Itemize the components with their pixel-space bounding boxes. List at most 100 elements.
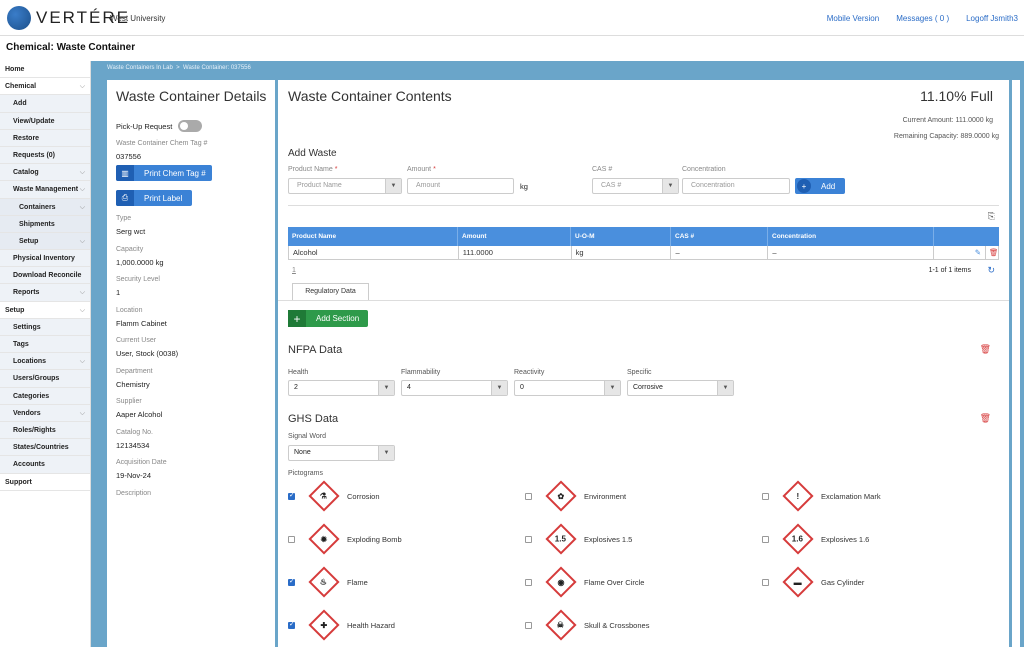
- reactivity-select[interactable]: 0 ▼: [514, 380, 621, 396]
- pictogram-checkbox[interactable]: [762, 535, 769, 543]
- signal-word-select[interactable]: None ▼: [288, 445, 395, 461]
- pictogram-checkbox[interactable]: [288, 620, 295, 629]
- refresh-icon[interactable]: ↻: [987, 265, 995, 276]
- tab-regulatory-data[interactable]: Regulatory Data: [292, 283, 369, 300]
- pictogram-checkbox[interactable]: [525, 492, 532, 500]
- column-header-uom[interactable]: U-O-M: [571, 227, 671, 246]
- product-name-input[interactable]: Product Name ▼: [288, 178, 402, 194]
- sidebar-item[interactable]: Chemical ⌵: [0, 78, 90, 96]
- print-chem-tag-button[interactable]: ▥ Print Chem Tag #: [116, 165, 212, 181]
- delete-ghs-icon[interactable]: 🗑: [980, 413, 991, 424]
- sidebar-item[interactable]: Users/Groups: [0, 370, 90, 388]
- edit-icon[interactable]: ✎: [934, 246, 986, 259]
- breadcrumb-separator: >: [176, 65, 180, 71]
- chevron-down-icon[interactable]: ⌵: [80, 164, 85, 181]
- health-select[interactable]: 2 ▼: [288, 380, 395, 396]
- sidebar-item[interactable]: States/Countries: [0, 439, 90, 457]
- printer-icon: ⎙: [116, 190, 134, 206]
- sidebar-item[interactable]: Vendors ⌵: [0, 404, 90, 422]
- sidebar-item[interactable]: Waste Management ⌵: [0, 181, 90, 199]
- sidebar-item[interactable]: Tags: [0, 336, 90, 354]
- field-label: Type: [116, 215, 132, 222]
- flammability-select[interactable]: 4 ▼: [401, 380, 508, 396]
- pictogram-checkbox[interactable]: [288, 535, 295, 543]
- cell-product: Alcohol: [289, 246, 459, 259]
- column-header-concentration[interactable]: Concentration: [768, 227, 934, 246]
- sidebar-item-label: Home: [5, 66, 25, 73]
- chevron-down-icon[interactable]: ▼: [385, 179, 401, 193]
- chevron-down-icon[interactable]: ⌵: [80, 284, 85, 301]
- pictogram-checkbox[interactable]: [288, 577, 295, 586]
- sidebar-item[interactable]: Reports ⌵: [0, 284, 90, 302]
- breadcrumb-waste-containers[interactable]: Waste Containers In Lab: [107, 65, 173, 71]
- delete-nfpa-icon[interactable]: 🗑: [980, 344, 991, 355]
- pictogram-checkbox[interactable]: [762, 492, 769, 500]
- sidebar-item[interactable]: Containers ⌵: [0, 198, 90, 216]
- chevron-down-icon[interactable]: ⌵: [80, 181, 85, 198]
- pickup-toggle[interactable]: [178, 120, 203, 132]
- sidebar-item-label: Containers: [19, 203, 56, 211]
- chevron-down-icon[interactable]: ⌵: [80, 302, 85, 319]
- nfpa-title: NFPA Data: [288, 344, 343, 356]
- chevron-down-icon[interactable]: ⌵: [80, 353, 85, 370]
- chevron-down-icon[interactable]: ▼: [717, 381, 733, 395]
- add-waste-button[interactable]: + Add: [795, 178, 845, 194]
- sidebar-item[interactable]: Categories: [0, 387, 90, 405]
- pictogram-checkbox[interactable]: [525, 578, 532, 586]
- print-label-button[interactable]: ⎙ Print Label: [116, 190, 192, 206]
- amount-label: Amount *: [407, 166, 436, 173]
- column-header-product[interactable]: Product Name: [288, 227, 458, 246]
- sidebar-item-label: Users/Groups: [13, 375, 60, 383]
- top-links: Mobile Version Messages ( 0 ) Logoff Jsm…: [827, 14, 1018, 23]
- chevron-down-icon[interactable]: ▼: [662, 179, 678, 193]
- chevron-down-icon[interactable]: ▼: [378, 381, 394, 395]
- sidebar-item[interactable]: Setup ⌵: [0, 301, 90, 319]
- sidebar-item[interactable]: Shipments: [0, 215, 90, 233]
- messages-link[interactable]: Messages ( 0 ): [896, 14, 949, 23]
- cell-cas: –: [671, 246, 769, 259]
- table-header: Product Name Amount U-O-M CAS # Concentr…: [288, 227, 999, 246]
- logoff-link[interactable]: Logoff Jsmith3: [966, 14, 1018, 23]
- field-value: Chemistry: [116, 379, 150, 389]
- chevron-down-icon[interactable]: ▼: [378, 446, 394, 460]
- chevron-down-icon[interactable]: ▼: [491, 381, 507, 395]
- sidebar-item[interactable]: Requests (0): [0, 146, 90, 165]
- specific-label: Specific: [627, 369, 652, 376]
- sidebar-item[interactable]: Setup ⌵: [0, 232, 90, 251]
- pictogram-checkbox[interactable]: [762, 578, 769, 586]
- sidebar-item[interactable]: View/Update: [0, 112, 90, 130]
- pictogram-checkbox[interactable]: [288, 491, 295, 500]
- sidebar-item[interactable]: Roles/Rights: [0, 421, 90, 440]
- amount-input[interactable]: Amount: [407, 178, 514, 194]
- column-header-cas[interactable]: CAS #: [671, 227, 768, 246]
- mobile-version-link[interactable]: Mobile Version: [827, 14, 879, 23]
- column-header-amount[interactable]: Amount: [458, 227, 571, 246]
- sidebar-item[interactable]: Add: [0, 95, 90, 113]
- sidebar-item[interactable]: Restore: [0, 129, 90, 147]
- chevron-down-icon[interactable]: ⌵: [80, 78, 85, 95]
- pictogram-checkbox[interactable]: [525, 535, 532, 543]
- sidebar-item[interactable]: Catalog ⌵: [0, 164, 90, 182]
- sidebar-item[interactable]: Download Reconcile: [0, 267, 90, 285]
- export-excel-icon[interactable]: ⎘: [988, 211, 995, 222]
- pagination-page-1[interactable]: 1: [292, 267, 296, 274]
- sidebar-item[interactable]: Home: [0, 61, 90, 79]
- pictogram-checkbox[interactable]: [525, 621, 532, 629]
- plus-icon: +: [288, 310, 306, 327]
- cas-input[interactable]: CAS # ▼: [592, 178, 679, 194]
- delete-row-icon[interactable]: 🗑: [986, 246, 999, 259]
- add-section-button[interactable]: + Add Section: [288, 310, 368, 327]
- scrollbar[interactable]: [1012, 80, 1020, 647]
- field-value: 12134534: [116, 440, 150, 450]
- concentration-input[interactable]: Concentration: [682, 178, 790, 194]
- chevron-down-icon[interactable]: ⌵: [80, 199, 85, 216]
- chevron-down-icon[interactable]: ⌵: [80, 405, 85, 422]
- sidebar-item[interactable]: Accounts: [0, 456, 90, 474]
- sidebar-item[interactable]: Locations ⌵: [0, 353, 90, 371]
- sidebar-item[interactable]: Support: [0, 473, 90, 491]
- sidebar-item[interactable]: Physical Inventory: [0, 250, 90, 268]
- chevron-down-icon[interactable]: ⌵: [80, 233, 85, 250]
- chevron-down-icon[interactable]: ▼: [604, 381, 620, 395]
- specific-select[interactable]: Corrosive ▼: [627, 380, 734, 396]
- sidebar-item[interactable]: Settings: [0, 318, 90, 336]
